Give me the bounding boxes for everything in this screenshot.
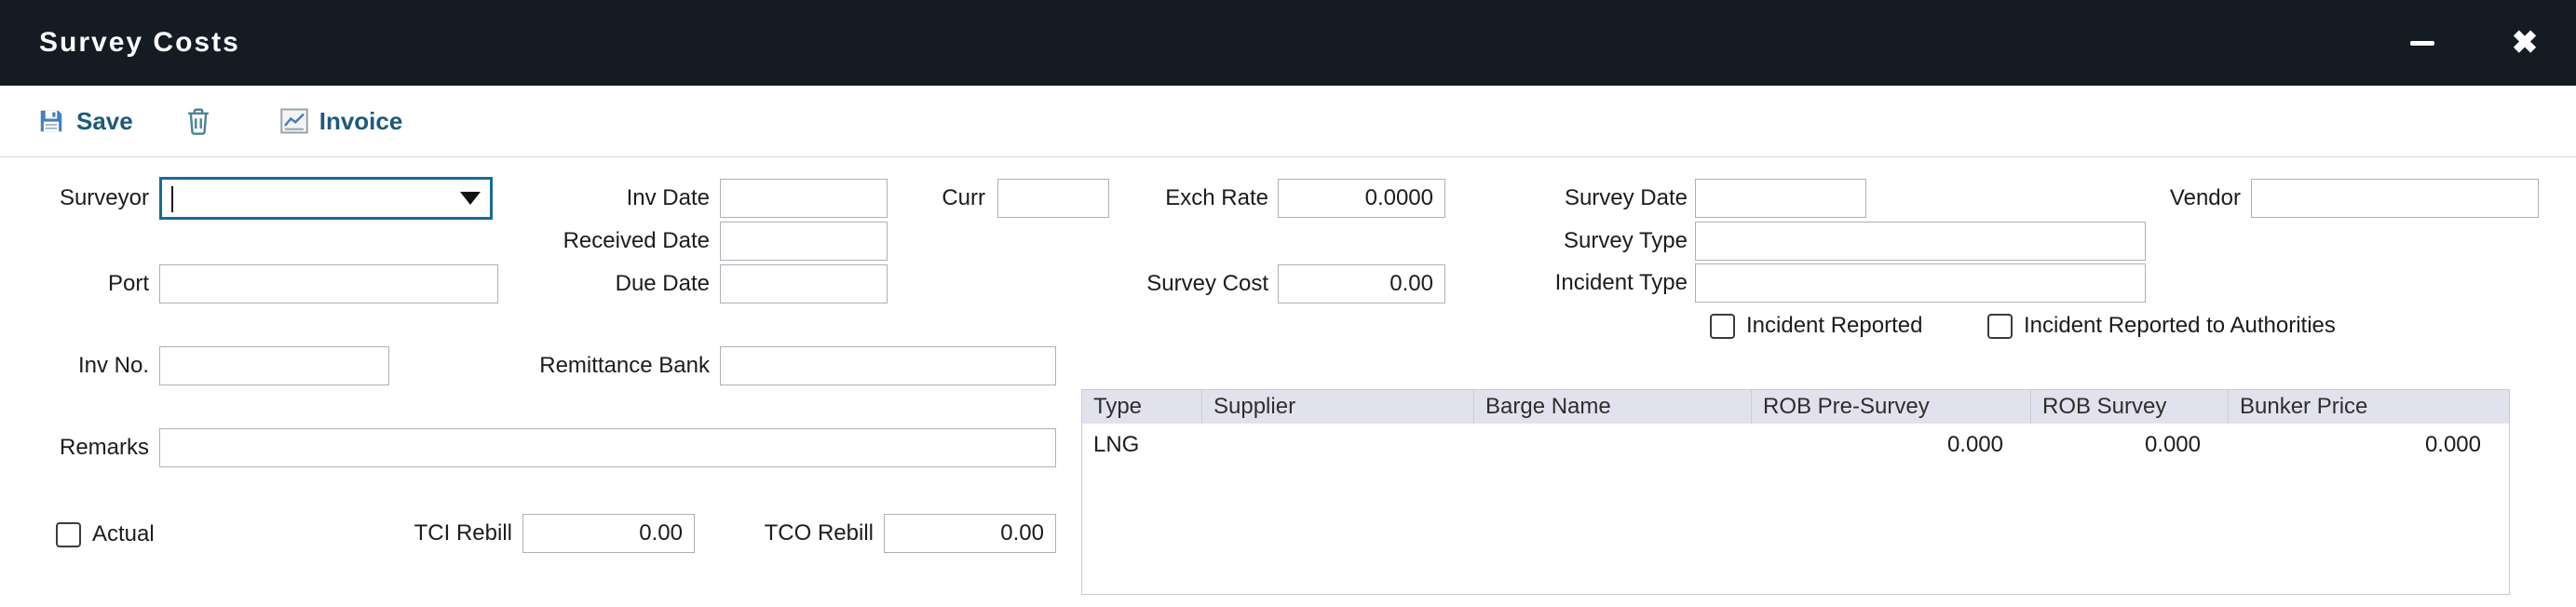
column-header-bunker-price[interactable]: Bunker Price <box>2229 390 2509 424</box>
cell-type: LNG <box>1082 432 1202 458</box>
incident-reported-checkbox[interactable] <box>1710 314 1735 339</box>
toolbar: Save Invoice <box>0 86 2576 157</box>
curr-label: Curr <box>838 185 985 211</box>
column-header-rob-survey[interactable]: ROB Survey <box>2031 390 2229 424</box>
survey-cost-input[interactable] <box>1278 264 1445 304</box>
remarks-input[interactable] <box>159 428 1056 467</box>
survey-type-input[interactable] <box>1695 222 2146 261</box>
table-header-row: Type Supplier Barge Name ROB Pre-Survey … <box>1082 390 2509 424</box>
table-row[interactable]: LNG 0.000 0.000 0.000 <box>1082 424 2509 466</box>
invoice-button[interactable]: Invoice <box>280 107 403 136</box>
surveyor-dropdown[interactable] <box>159 177 493 220</box>
remittance-bank-label: Remittance Bank <box>447 353 710 379</box>
survey-costs-dialog: Survey Costs ✖ Save <box>0 0 2576 607</box>
due-date-input[interactable] <box>720 264 888 304</box>
minimize-button[interactable] <box>2371 0 2474 86</box>
title-bar: Survey Costs ✖ <box>0 0 2576 86</box>
tco-rebill-input[interactable] <box>884 514 1056 553</box>
column-header-supplier[interactable]: Supplier <box>1202 390 1474 424</box>
remarks-label: Remarks <box>9 435 149 461</box>
save-button-label: Save <box>76 107 133 136</box>
close-button[interactable]: ✖ <box>2474 0 2576 86</box>
received-date-input[interactable] <box>720 222 888 261</box>
survey-cost-label: Survey Cost <box>1071 271 1268 297</box>
cell-bunker-price: 0.000 <box>2229 432 2509 458</box>
text-cursor <box>171 186 173 212</box>
actual-label: Actual <box>92 521 155 547</box>
tco-rebill-label: TCO Rebill <box>680 520 874 546</box>
incident-reported-authorities-checkbox[interactable] <box>1987 314 2013 339</box>
incident-type-input[interactable] <box>1695 263 2146 303</box>
inv-date-label: Inv Date <box>484 185 710 211</box>
exch-rate-input[interactable] <box>1278 179 1445 218</box>
actual-checkbox[interactable] <box>56 522 81 547</box>
cell-rob-pre-survey: 0.000 <box>1752 432 2031 458</box>
tci-rebill-input[interactable] <box>522 514 695 553</box>
tci-rebill-label: TCI Rebill <box>326 520 512 546</box>
incident-reported-label: Incident Reported <box>1746 313 1922 339</box>
invoice-chart-icon <box>280 108 308 134</box>
column-header-rob-pre-survey[interactable]: ROB Pre-Survey <box>1752 390 2031 424</box>
trash-icon <box>185 107 211 135</box>
bunker-survey-table: Type Supplier Barge Name ROB Pre-Survey … <box>1081 389 2510 595</box>
surveyor-label: Surveyor <box>9 185 149 211</box>
delete-button[interactable] <box>185 107 211 135</box>
remittance-bank-input[interactable] <box>720 346 1056 385</box>
save-button[interactable]: Save <box>37 107 133 136</box>
save-icon <box>37 107 65 135</box>
port-input[interactable] <box>159 264 498 304</box>
page-title: Survey Costs <box>0 27 240 59</box>
close-icon: ✖ <box>2512 27 2539 59</box>
column-header-barge-name[interactable]: Barge Name <box>1474 390 1752 424</box>
port-label: Port <box>9 271 149 297</box>
minimize-icon <box>2410 41 2434 46</box>
survey-type-label: Survey Type <box>1490 228 1688 254</box>
chevron-down-icon <box>460 192 481 205</box>
vendor-input[interactable] <box>2251 179 2539 218</box>
survey-date-input[interactable] <box>1695 179 1866 218</box>
inv-no-label: Inv No. <box>9 353 149 379</box>
vendor-label: Vendor <box>2049 185 2241 211</box>
inv-no-input[interactable] <box>159 346 389 385</box>
survey-date-label: Survey Date <box>1490 185 1688 211</box>
invoice-button-label: Invoice <box>319 107 403 136</box>
due-date-label: Due Date <box>484 271 710 297</box>
incident-type-label: Incident Type <box>1490 270 1688 296</box>
exch-rate-label: Exch Rate <box>1071 185 1268 211</box>
incident-reported-authorities-label: Incident Reported to Authorities <box>2024 313 2336 339</box>
column-header-type[interactable]: Type <box>1082 390 1202 424</box>
cell-rob-survey: 0.000 <box>2031 432 2229 458</box>
received-date-label: Received Date <box>484 228 710 254</box>
